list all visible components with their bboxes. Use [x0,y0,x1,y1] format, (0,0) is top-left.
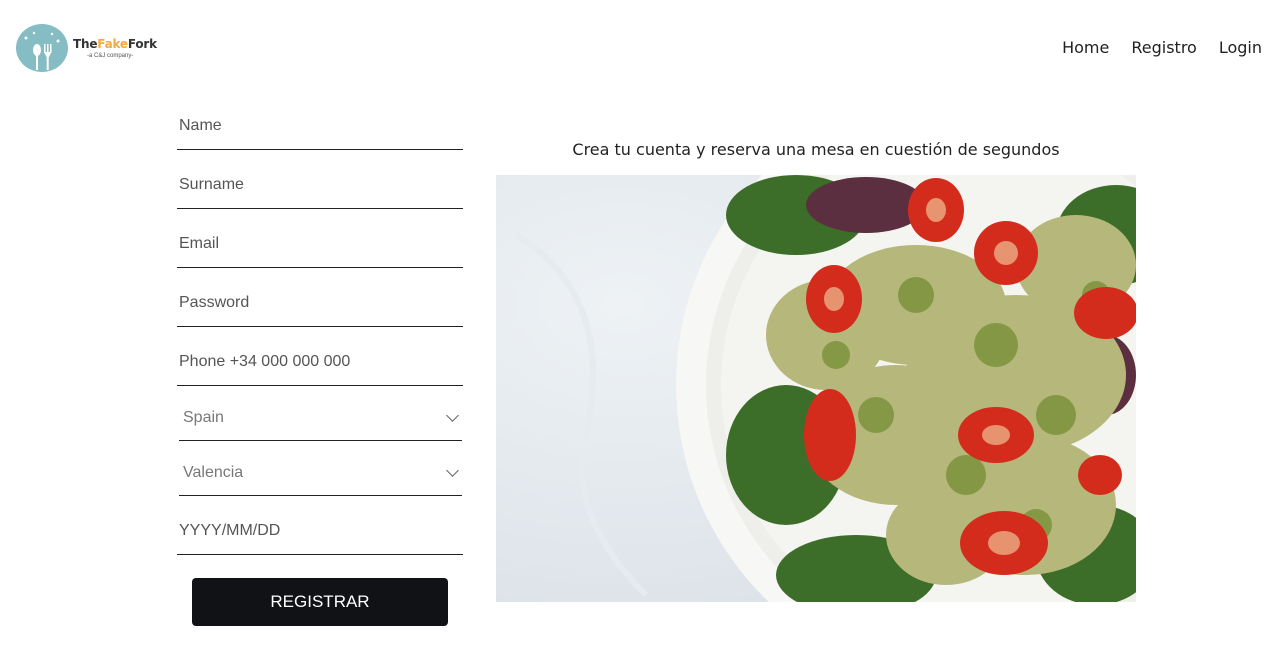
surname-input[interactable] [177,176,463,208]
surname-field-wrap [177,151,463,209]
phone-input[interactable] [177,353,463,385]
password-field-wrap [177,269,463,327]
chevron-down-icon [446,464,459,477]
name-field-wrap [177,92,463,150]
nav-login[interactable]: Login [1219,38,1262,57]
nav-registro[interactable]: Registro [1131,38,1196,57]
birthdate-input[interactable] [177,522,463,554]
brand-prefix: The [73,36,98,51]
email-input[interactable] [177,235,463,267]
register-button[interactable]: REGISTRAR [192,578,448,626]
pasta-salad-image [496,175,1136,602]
brand-name: TheFakeFork [73,38,157,50]
chevron-down-icon [446,409,459,422]
main-nav: Home Registro Login [1062,38,1262,57]
brand-suffix: Fork [127,36,157,51]
promo-text: Crea tu cuenta y reserva una mesa en cue… [572,140,1060,159]
password-input[interactable] [177,294,463,326]
brand-tagline: -a C&J company- [87,52,134,59]
fork-spoon-icon [16,24,68,72]
country-select[interactable]: Spain [179,387,462,441]
logo[interactable]: TheFakeFork -a C&J company- [16,24,166,72]
registration-form: Spain Valencia REGISTRAR [177,92,463,626]
region-select[interactable]: Valencia [179,442,462,496]
phone-field-wrap [177,328,463,386]
name-input[interactable] [177,117,463,149]
brand-accent: Fake [97,36,128,51]
email-field-wrap [177,210,463,268]
nav-home[interactable]: Home [1062,38,1109,57]
region-select-value: Valencia [183,464,244,481]
date-field-wrap [177,497,463,555]
country-select-value: Spain [183,409,224,426]
